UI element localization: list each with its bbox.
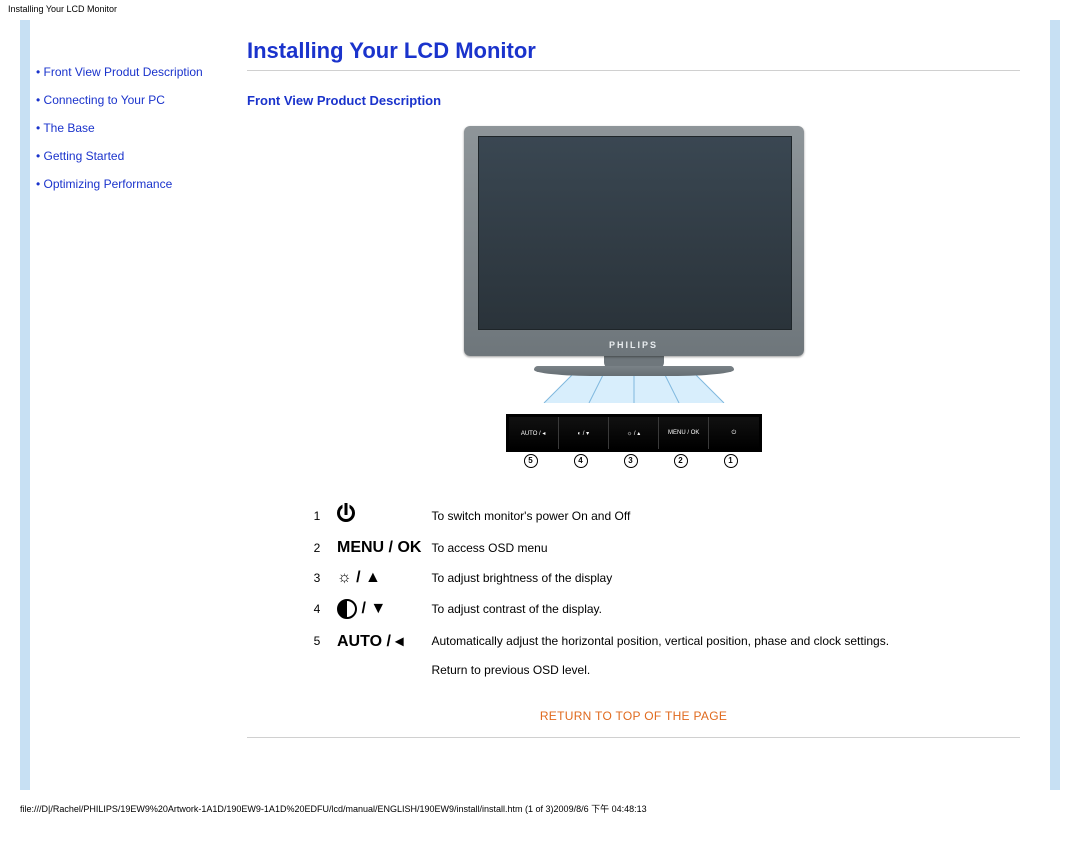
- control-desc: Automatically adjust the horizontal posi…: [431, 625, 1007, 657]
- control-desc: To adjust contrast of the display.: [431, 593, 1007, 625]
- sidebar-link[interactable]: Getting Started: [44, 149, 125, 163]
- button-bar-numbers: 5 4 3 2 1: [506, 454, 756, 468]
- sidebar-link[interactable]: The Base: [43, 121, 94, 135]
- monitor-screen: [478, 136, 792, 330]
- sidebar-item-front-view[interactable]: Front View Produt Description: [36, 65, 231, 79]
- callout-num: 3: [606, 454, 656, 468]
- button-bar-cell-menu: MENU / OK: [659, 417, 709, 449]
- button-bar-cell-contrast: ◐ / ▾: [559, 417, 609, 449]
- button-bar-cell-auto: AUTO / ◂: [509, 417, 559, 449]
- table-row: 5 AUTO / ◂ Automatically adjust the hori…: [307, 625, 1007, 657]
- sidebar-link[interactable]: Front View Produt Description: [44, 65, 203, 79]
- control-desc: To switch monitor's power On and Off: [431, 498, 1007, 533]
- sidebar-link[interactable]: Optimizing Performance: [44, 177, 173, 191]
- return-to-top-link[interactable]: RETURN TO TOP OF THE PAGE: [247, 709, 1020, 723]
- auto-left-icon: AUTO / ◂: [337, 625, 431, 657]
- menu-ok-icon: MENU / OK: [337, 533, 431, 563]
- table-row: Return to previous OSD level.: [307, 657, 1007, 683]
- control-num: 1: [307, 498, 337, 533]
- callout-num: 4: [556, 454, 606, 468]
- control-desc: To adjust brightness of the display: [431, 563, 1007, 593]
- button-bar: AUTO / ◂ ◐ / ▾ ☼ / ▴ MENU / OK ⏻: [506, 414, 762, 452]
- main-content: Installing Your LCD Monitor Front View P…: [239, 20, 1050, 790]
- page-title: Installing Your LCD Monitor: [247, 38, 1020, 71]
- control-num: 5: [307, 625, 337, 657]
- monitor-bezel: PHILIPS: [464, 126, 804, 356]
- control-num: 3: [307, 563, 337, 593]
- section-divider: [247, 737, 1020, 738]
- section-heading: Front View Product Description: [247, 93, 1020, 108]
- table-row: 1 To switch monitor's power On and Off: [307, 498, 1007, 533]
- power-icon: [337, 498, 431, 533]
- callout-num: 1: [706, 454, 756, 468]
- window-tab-title: Installing Your LCD Monitor: [0, 0, 1080, 16]
- monitor-brand: PHILIPS: [464, 340, 804, 350]
- table-row: 2 MENU / OK To access OSD menu: [307, 533, 1007, 563]
- table-row: 4 / ▼ To adjust contrast of the display.: [307, 593, 1007, 625]
- monitor-illustration: PHILIPS: [464, 126, 804, 376]
- controls-table: 1 To switch monitor's power On and Off 2…: [307, 498, 1007, 683]
- monitor-figure: PHILIPS AUTO / ◂ ◐ / ▾: [247, 126, 1020, 468]
- footer-file-path: file:///D|/Rachel/PHILIPS/19EW9%20Artwor…: [0, 796, 1080, 819]
- sidebar-item-connecting[interactable]: Connecting to Your PC: [36, 93, 231, 107]
- callout-num: 2: [656, 454, 706, 468]
- button-bar-detail: AUTO / ◂ ◐ / ▾ ☼ / ▴ MENU / OK ⏻ 5 4 3 2…: [506, 414, 762, 468]
- table-row: 3 ☼ / ▲ To adjust brightness of the disp…: [307, 563, 1007, 593]
- monitor-stand-base: [534, 366, 734, 376]
- control-num: 2: [307, 533, 337, 563]
- sidebar-item-getting-started[interactable]: Getting Started: [36, 149, 231, 163]
- control-num: 4: [307, 593, 337, 625]
- button-bar-cell-power: ⏻: [709, 417, 758, 449]
- sidebar: Front View Produt Description Connecting…: [30, 20, 239, 790]
- brightness-up-icon: ☼ / ▲: [337, 563, 431, 593]
- control-desc: To access OSD menu: [431, 533, 1007, 563]
- sidebar-item-the-base[interactable]: The Base: [36, 121, 231, 135]
- sidebar-link[interactable]: Connecting to Your PC: [44, 93, 165, 107]
- content-frame: Front View Produt Description Connecting…: [20, 20, 1060, 790]
- sidebar-item-optimizing[interactable]: Optimizing Performance: [36, 177, 231, 191]
- contrast-down-icon: / ▼: [337, 593, 431, 625]
- button-bar-cell-brightness: ☼ / ▴: [609, 417, 659, 449]
- control-note: Return to previous OSD level.: [431, 657, 1007, 683]
- callout-num: 5: [506, 454, 556, 468]
